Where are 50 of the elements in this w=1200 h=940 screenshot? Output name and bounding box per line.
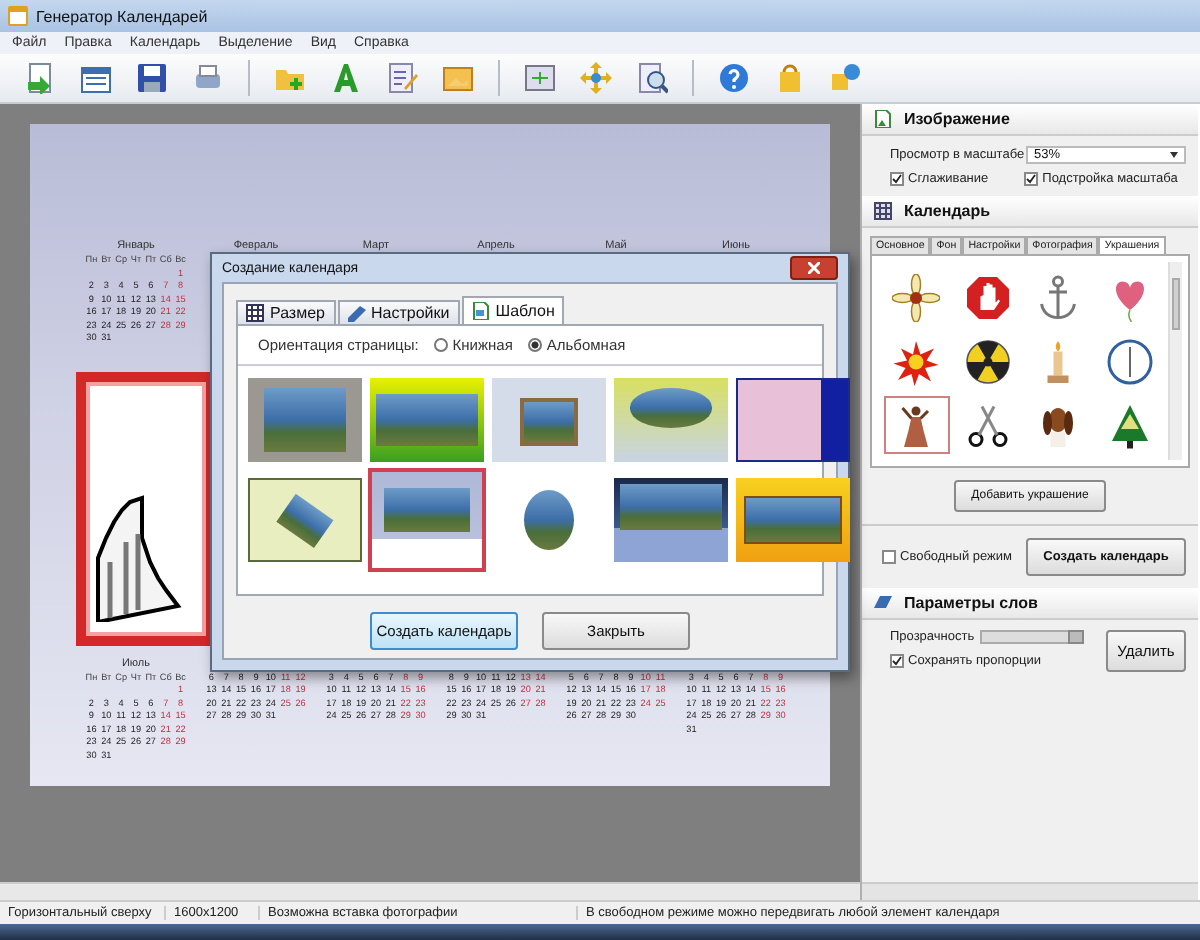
- flower-icon: [892, 273, 941, 321]
- radiation-icon: [963, 337, 1012, 385]
- horizontal-scrollbar[interactable]: [0, 882, 860, 900]
- help-icon[interactable]: [718, 62, 750, 94]
- section-title: Календарь: [904, 202, 991, 220]
- move-icon[interactable]: [580, 62, 612, 94]
- page-icon: [471, 302, 490, 320]
- template-thumbnail[interactable]: [614, 378, 728, 462]
- text-icon[interactable]: [330, 62, 362, 94]
- horizontal-scrollbar[interactable]: [862, 882, 1198, 900]
- calendar-icon[interactable]: [80, 62, 112, 94]
- new-file-icon[interactable]: [24, 62, 56, 94]
- dialog-tab[interactable]: Шаблон: [461, 296, 565, 324]
- app-calendar-icon: [8, 6, 28, 26]
- explosion-icon: [892, 337, 941, 385]
- transparency-slider[interactable]: [980, 630, 1085, 644]
- layer-icon: [874, 594, 892, 612]
- scissors-icon: [963, 401, 1012, 449]
- template-thumbnail[interactable]: [492, 378, 606, 462]
- check-icon: [892, 656, 902, 666]
- template-thumbnail[interactable]: [736, 478, 850, 562]
- template-thumbnail[interactable]: [736, 378, 850, 462]
- bag-icon[interactable]: [774, 62, 806, 94]
- shapes-icon[interactable]: [830, 62, 862, 94]
- close-icon: [808, 262, 820, 274]
- template-thumbnail[interactable]: [248, 478, 362, 562]
- grid-icon: [874, 202, 892, 220]
- edit-list-icon[interactable]: [386, 62, 418, 94]
- template-thumbnail[interactable]: [248, 378, 362, 462]
- template-thumbnail[interactable]: [614, 478, 728, 562]
- save-icon[interactable]: [136, 62, 168, 94]
- template-thumbnail[interactable]: [370, 470, 484, 570]
- decoration-item[interactable]: [884, 396, 949, 454]
- stop-hand-icon: [963, 273, 1012, 321]
- dialog-tab[interactable]: Настройки: [337, 300, 460, 324]
- close-button[interactable]: [790, 256, 838, 280]
- print-icon[interactable]: [192, 62, 224, 94]
- vertical-scrollbar[interactable]: [1168, 262, 1182, 460]
- window-title: Генератор Календарей: [36, 7, 208, 25]
- dialog-tab[interactable]: Размер: [236, 300, 335, 324]
- check-icon: [1026, 174, 1037, 184]
- zoom-icon[interactable]: [636, 62, 668, 94]
- picture-icon[interactable]: [442, 62, 474, 94]
- caret-icon: [1170, 152, 1178, 158]
- slider-thumb[interactable]: [1068, 630, 1085, 644]
- check-icon: [892, 174, 902, 184]
- template-thumbnail[interactable]: [370, 378, 484, 462]
- image-icon: [874, 110, 892, 128]
- section-title: Параметры слов: [904, 594, 1038, 612]
- section-title: Изображение: [904, 110, 1010, 128]
